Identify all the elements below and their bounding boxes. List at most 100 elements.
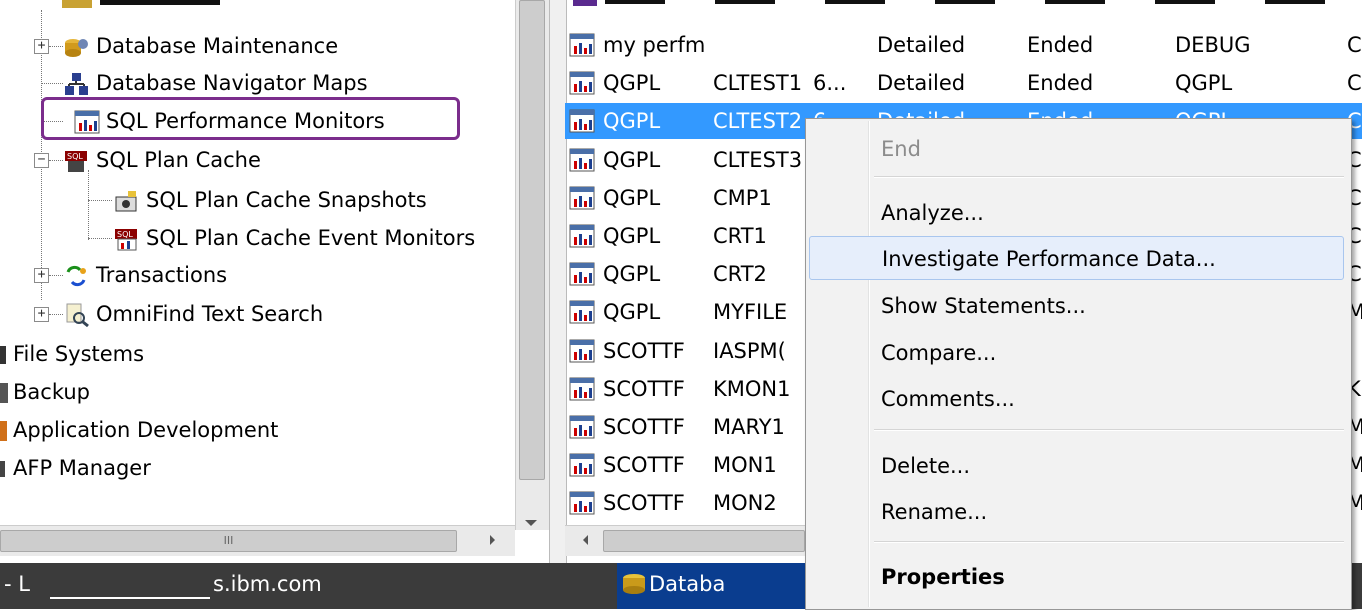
redacted-host xyxy=(50,571,210,599)
menu-item-compare[interactable]: Compare... xyxy=(809,331,1344,375)
performance-monitor-icon xyxy=(569,33,595,57)
performance-monitor-icon xyxy=(569,377,595,401)
schemas-icon xyxy=(62,0,92,8)
sql-plan-cache-icon: SQL xyxy=(65,151,87,172)
menu-separator xyxy=(874,176,1344,178)
transactions-icon xyxy=(66,265,86,287)
svg-text:SQL: SQL xyxy=(117,230,133,239)
tree-item-transactions[interactable]: Transactions xyxy=(64,258,227,292)
tree-item-label: SQL Plan Cache Event Monitors xyxy=(146,226,476,250)
svg-text:SQL: SQL xyxy=(67,152,83,161)
status-host-suffix: s.ibm.com xyxy=(213,572,322,596)
performance-monitor-icon xyxy=(569,453,595,477)
tree-item-file-systems[interactable]: File Systems xyxy=(0,337,144,371)
table-row[interactable]: my perfm Detailed Ended DEBUG C xyxy=(565,27,1362,63)
scroll-down-icon[interactable] xyxy=(525,520,537,526)
cell-name: SCOTTF xyxy=(603,339,685,363)
tree-item-label: File Systems xyxy=(13,342,145,366)
clipped-tree-item xyxy=(100,0,220,5)
cell-name: QGPL xyxy=(603,262,661,286)
tree-horizontal-scrollbar[interactable]: III xyxy=(0,525,515,556)
cell-file: CRT2 xyxy=(713,262,767,286)
cell-name: QGPL xyxy=(603,109,661,133)
tree-item-label: OmniFind Text Search xyxy=(96,302,324,326)
camera-icon xyxy=(115,191,137,212)
tree-item-database-maintenance[interactable]: Database Maintenance xyxy=(64,29,338,63)
status-host-prefix: - L xyxy=(4,572,30,596)
cell-type: Detailed xyxy=(877,33,966,57)
cell-name: SCOTTF xyxy=(603,377,685,401)
performance-monitor-icon xyxy=(569,491,595,515)
tree-item-backup[interactable]: Backup xyxy=(0,375,90,409)
collapse-toggle[interactable]: − xyxy=(34,153,49,168)
scroll-left-icon[interactable] xyxy=(583,535,588,545)
cell-file: IASPM( xyxy=(713,339,786,363)
tree-item-label: Database Maintenance xyxy=(96,34,339,58)
file-systems-icon xyxy=(0,346,6,364)
tree-item-label: Transactions xyxy=(96,263,228,287)
cell-status: Ended xyxy=(1027,33,1094,57)
tree-item-label: Backup xyxy=(13,380,90,404)
cell-status: Ended xyxy=(1027,71,1094,95)
tree-item-label: SQL Plan Cache Snapshots xyxy=(146,188,427,212)
cell-lib: QGPL xyxy=(1175,71,1233,95)
scroll-thumb[interactable]: III xyxy=(0,530,457,552)
performance-monitor-icon xyxy=(569,186,595,210)
menu-item-analyze[interactable]: Analyze... xyxy=(809,191,1344,235)
cell-name: SCOTTF xyxy=(603,491,685,515)
performance-monitor-icon xyxy=(569,415,595,439)
expand-toggle[interactable]: + xyxy=(34,39,49,54)
expand-toggle[interactable]: + xyxy=(34,307,49,322)
cell-file: MON1 xyxy=(713,453,777,477)
menu-item-end[interactable]: End xyxy=(809,127,1344,171)
list-horizontal-scrollbar[interactable] xyxy=(565,525,805,556)
menu-item-comments[interactable]: Comments... xyxy=(809,377,1344,421)
tree-item-sql-plan-cache-event-monitors[interactable]: SQL SQL Plan Cache Event Monitors xyxy=(114,221,475,255)
tree-item-label: Database Navigator Maps xyxy=(96,71,368,95)
cell-name: SCOTTF xyxy=(603,415,685,439)
menu-separator xyxy=(874,541,1344,543)
tree-item-sql-plan-cache-snapshots[interactable]: SQL Plan Cache Snapshots xyxy=(114,183,427,217)
context-menu: End Analyze... Investigate Performance D… xyxy=(805,118,1352,610)
clipped-row-icon xyxy=(573,0,597,6)
cell-name: QGPL xyxy=(603,71,661,95)
tree-item-afp-manager[interactable]: AFP Manager xyxy=(0,451,151,485)
gear-cylinder-icon xyxy=(65,39,88,57)
menu-item-properties[interactable]: Properties xyxy=(809,555,1344,599)
menu-item-investigate-performance-data[interactable]: Investigate Performance Data... xyxy=(809,236,1344,280)
afp-manager-icon xyxy=(0,461,5,477)
performance-monitor-icon xyxy=(569,300,595,324)
database-icon xyxy=(623,574,645,594)
highlight-box xyxy=(41,97,460,140)
performance-monitor-icon xyxy=(569,109,595,133)
tree-item-sql-plan-cache[interactable]: SQL SQL Plan Cache xyxy=(64,143,261,177)
scroll-thumb[interactable] xyxy=(519,0,545,480)
menu-item-show-statements[interactable]: Show Statements... xyxy=(809,284,1344,328)
tree-item-label: Application Development xyxy=(13,418,279,442)
menu-item-rename[interactable]: Rename... xyxy=(809,490,1344,534)
scroll-right-icon[interactable] xyxy=(490,535,495,545)
tree-item-omnifind-text-search[interactable]: OmniFind Text Search xyxy=(64,297,323,331)
table-row[interactable]: QGPL CLTEST1 6... Detailed Ended QGPL C xyxy=(565,65,1362,101)
taskbar-button[interactable]: Databa xyxy=(617,563,807,609)
tree-item-database-navigator-maps[interactable]: Database Navigator Maps xyxy=(64,66,368,100)
cell-name: QGPL xyxy=(603,300,661,324)
cell-file: MYFILE xyxy=(713,300,788,324)
tree-item-application-development[interactable]: Application Development xyxy=(0,413,278,447)
cell-name: SCOTTF xyxy=(603,453,685,477)
menu-separator xyxy=(874,429,1344,431)
cell-extra: C xyxy=(1347,71,1362,95)
cell-file: KMON1 xyxy=(713,377,791,401)
cell-extra: C xyxy=(1347,33,1362,57)
tree-item-label: SQL Plan Cache xyxy=(96,148,261,172)
tree-vertical-scrollbar[interactable] xyxy=(515,0,550,530)
clipped-row xyxy=(605,0,1362,4)
cell-file: CLTEST3 xyxy=(713,148,803,172)
navigation-tree: + Database Maintenance Database Navigato… xyxy=(0,0,515,530)
cell-file: CMP1 xyxy=(713,186,772,210)
menu-item-delete[interactable]: Delete... xyxy=(809,444,1344,488)
expand-toggle[interactable]: + xyxy=(34,268,49,283)
cell-name: QGPL xyxy=(603,148,661,172)
navigator-map-icon xyxy=(65,73,88,95)
scroll-thumb[interactable] xyxy=(603,530,805,552)
